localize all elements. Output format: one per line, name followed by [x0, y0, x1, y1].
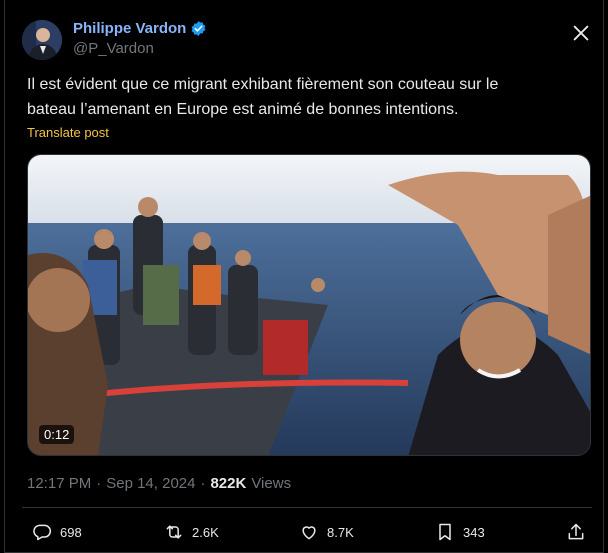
bookmark-icon — [439, 523, 451, 541]
like-button[interactable]: 8.7K — [299, 522, 354, 542]
repost-icon — [166, 525, 182, 539]
divider — [22, 507, 592, 508]
heart-icon — [302, 526, 316, 540]
share-icon — [568, 523, 584, 540]
action-bar: 698 2.6K 8.7K 343 — [32, 522, 590, 546]
translate-post-link[interactable]: Translate post — [27, 125, 109, 140]
video-frame — [28, 155, 590, 455]
video-player[interactable]: 0:12 — [27, 154, 591, 456]
reply-count: 698 — [60, 524, 82, 540]
like-count: 8.7K — [327, 524, 354, 540]
share-button[interactable] — [566, 522, 586, 542]
views-count: 822K — [210, 475, 247, 492]
post-text: Il est évident que ce migrant exhibant f… — [27, 72, 587, 122]
meta-separator: · — [96, 475, 102, 492]
post-text-line: bateau l’amenant en Europe est animé de … — [27, 101, 459, 118]
bookmark-count: 343 — [463, 524, 485, 540]
post-time[interactable]: 12:17 PM — [27, 475, 91, 492]
close-icon[interactable] — [570, 22, 592, 44]
meta-separator: · — [200, 475, 206, 492]
post-meta: 12:17 PM · Sep 14, 2024 · 822K Views — [27, 475, 291, 492]
author-name[interactable]: Philippe Vardon — [73, 20, 186, 37]
reply-button[interactable]: 698 — [32, 522, 82, 542]
post-header: Philippe Vardon @P_Vardon — [22, 17, 592, 61]
avatar-image — [22, 20, 62, 60]
verified-badge-icon — [191, 21, 206, 36]
reply-icon — [33, 524, 52, 541]
views-label: Views — [251, 475, 292, 492]
video-duration: 0:12 — [39, 425, 75, 444]
post-date[interactable]: Sep 14, 2024 — [106, 475, 195, 492]
bookmark-button[interactable]: 343 — [435, 522, 485, 542]
repost-button[interactable]: 2.6K — [164, 522, 219, 542]
repost-count: 2.6K — [192, 524, 219, 540]
post-text-line: Il est évident que ce migrant exhibant f… — [27, 76, 499, 93]
author-handle[interactable]: @P_Vardon — [73, 40, 154, 57]
avatar[interactable] — [22, 20, 62, 60]
